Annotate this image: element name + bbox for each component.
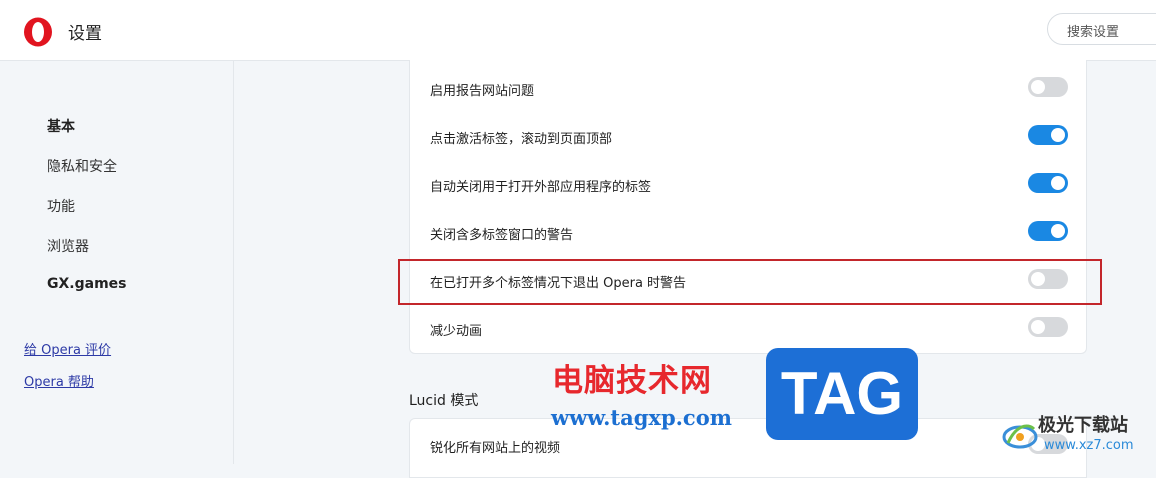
toggle-knob xyxy=(1031,80,1045,94)
lucid-card: 锐化所有网站上的视频 xyxy=(409,418,1087,478)
watermark-text: 电脑技术网 xyxy=(552,363,712,399)
toggle-switch[interactable] xyxy=(1028,125,1068,145)
sidebar-item-features[interactable]: 功能 xyxy=(47,196,75,216)
setting-label: 关闭含多标签窗口的警告 xyxy=(430,228,574,243)
setting-label: 锐化所有网站上的视频 xyxy=(430,441,561,456)
rate-opera-link[interactable]: 给 Opera 评价 xyxy=(24,339,111,358)
highlight-box xyxy=(398,259,1102,305)
toggle-switch[interactable] xyxy=(1028,77,1068,97)
search-placeholder: 搜索设置 xyxy=(1067,25,1120,40)
watermark-tag-logo: TAG xyxy=(766,348,918,440)
setting-row: 点击激活标签，滚动到页面顶部 xyxy=(410,114,1088,162)
watermark-site: 极光下载站 www.xz7.com xyxy=(1000,407,1156,464)
opera-help-link[interactable]: Opera 帮助 xyxy=(24,371,94,390)
header: 设置 搜索设置 xyxy=(0,0,1156,61)
search-input[interactable]: 搜索设置 xyxy=(1047,13,1156,45)
setting-label: 减少动画 xyxy=(430,324,483,339)
opera-logo-icon xyxy=(24,17,52,47)
watermark-site-name: 极光下载站 xyxy=(1038,415,1128,436)
sidebar-item-privacy[interactable]: 隐私和安全 xyxy=(47,156,117,176)
toggle-switch[interactable] xyxy=(1028,317,1068,337)
setting-row: 自动关闭用于打开外部应用程序的标签 xyxy=(410,162,1088,210)
watermark-site-url: www.xz7.com xyxy=(1044,438,1134,453)
setting-label: 自动关闭用于打开外部应用程序的标签 xyxy=(430,180,652,195)
setting-row: 减少动画 xyxy=(410,306,1088,354)
watermark-url: www.tagxp.com xyxy=(551,405,732,430)
main-content: 启用报告网站问题 点击激活标签，滚动到页面顶部 自动关闭用于打开外部应用程序的标… xyxy=(235,60,1156,478)
sidebar-item-browser[interactable]: 浏览器 xyxy=(47,236,89,256)
lucid-section-title: Lucid 模式 xyxy=(409,393,479,409)
setting-row: 关闭含多标签窗口的警告 xyxy=(410,210,1088,258)
toggle-switch[interactable] xyxy=(1028,221,1068,241)
sidebar-item-basic[interactable]: 基本 xyxy=(47,116,75,136)
toggle-knob xyxy=(1051,224,1065,238)
sidebar: 基本 隐私和安全 功能 浏览器 GX.games 给 Opera 评价 Oper… xyxy=(0,61,234,464)
setting-label: 点击激活标签，滚动到页面顶部 xyxy=(430,132,613,147)
toggle-switch[interactable] xyxy=(1028,173,1068,193)
aurora-logo-icon xyxy=(1002,424,1038,449)
toggle-knob xyxy=(1051,128,1065,142)
setting-label: 启用报告网站问题 xyxy=(430,84,535,99)
toggle-knob xyxy=(1051,176,1065,190)
page-title: 设置 xyxy=(68,24,102,44)
toggle-knob xyxy=(1031,320,1045,334)
setting-row: 启用报告网站问题 xyxy=(410,66,1088,114)
settings-card: 启用报告网站问题 点击激活标签，滚动到页面顶部 自动关闭用于打开外部应用程序的标… xyxy=(409,60,1087,354)
sidebar-item-gxgames[interactable]: GX.games xyxy=(47,276,127,292)
